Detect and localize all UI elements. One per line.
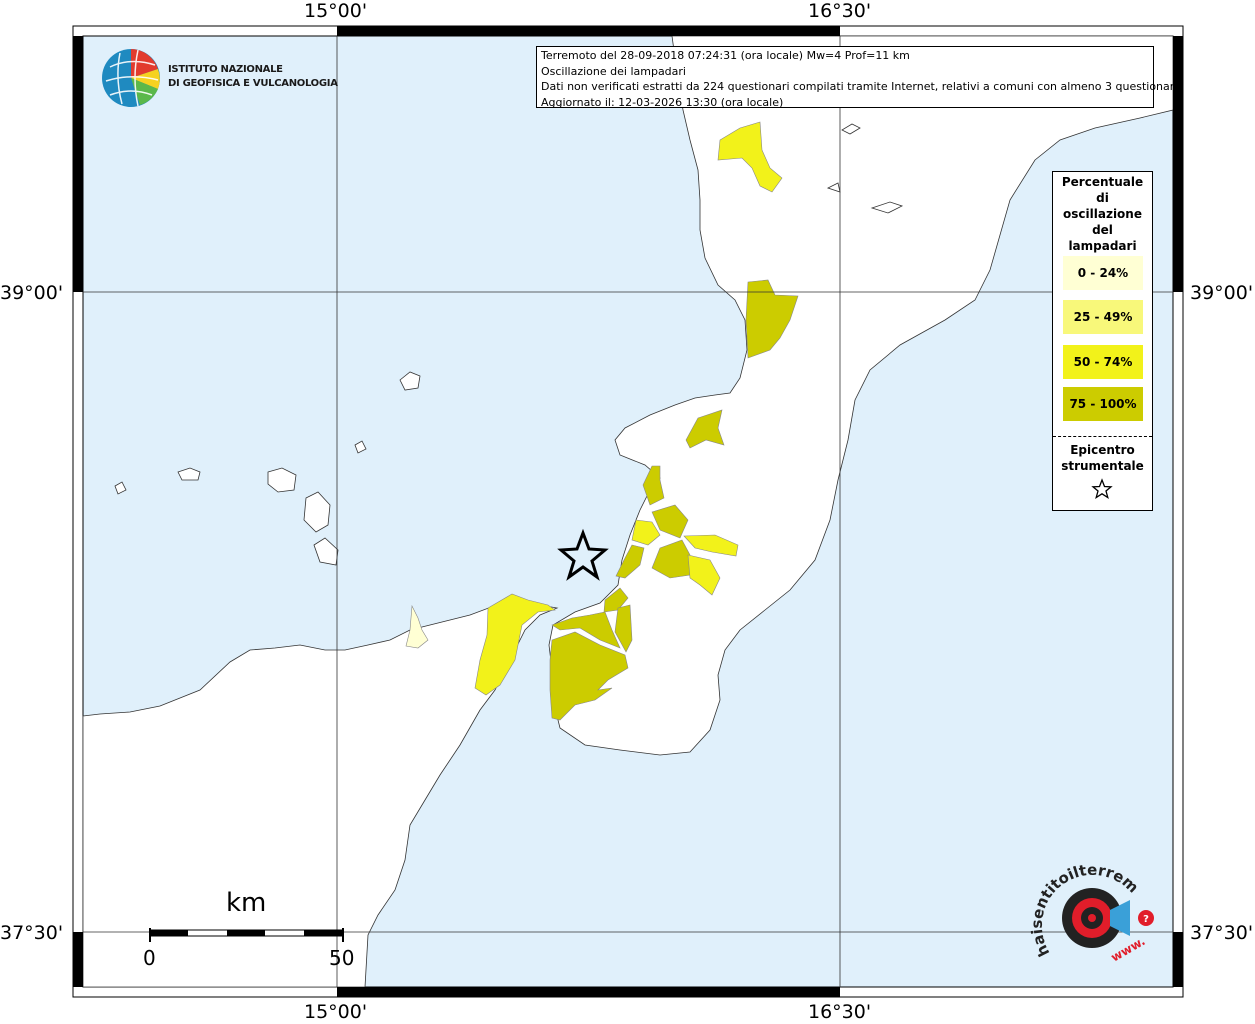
coord-bottom-left: 15°00'	[304, 1001, 368, 1023]
event-title: Terremoto del 28-09-2018 07:24:31 (ora l…	[541, 49, 910, 62]
legend-star-icon	[1091, 478, 1113, 499]
coord-right-upper: 39°00'	[1190, 282, 1254, 304]
coord-left-lower: 37°30'	[0, 922, 64, 944]
legend-epicenter-label: Epicentro strumentale	[1061, 443, 1144, 473]
ingv-logo-text: ISTITUTO NAZIONALE DI GEOFISICA E VULCAN…	[168, 64, 338, 89]
event-info-box: Terremoto del 28-09-2018 07:24:31 (ora l…	[536, 46, 1181, 109]
legend-item-0-24: 0 - 24%	[1063, 256, 1143, 290]
coord-top-right: 16°30'	[808, 0, 872, 22]
legend-item-50-74: 50 - 74%	[1063, 345, 1143, 379]
svg-text:www.: www.	[1109, 934, 1148, 965]
coord-bottom-right: 16°30'	[808, 1001, 872, 1023]
map-subject: Oscillazione dei lampadari	[541, 64, 686, 78]
legend-title: Percentuale di oscillazione del lampadar…	[1061, 175, 1144, 253]
scale-unit: km	[226, 888, 267, 918]
haisentito-badge-icon: ? haisentitoilterremoto.it www.	[1030, 858, 1154, 965]
legend: Percentuale di oscillazione del lampadar…	[1052, 171, 1153, 511]
svg-text:?: ?	[1143, 914, 1149, 925]
legend-item-25-49: 25 - 49%	[1063, 300, 1143, 334]
legend-separator	[1053, 436, 1152, 437]
scale-start: 0	[143, 946, 156, 970]
legend-item-75-100: 75 - 100%	[1063, 387, 1143, 421]
scale-end: 50	[329, 946, 355, 970]
coord-right-lower: 37°30'	[1190, 922, 1254, 944]
data-note: Dati non verificati estratti da 224 ques…	[541, 80, 1181, 93]
coord-left-upper: 39°00'	[0, 282, 64, 304]
updated-timestamp: Aggiornato il: 12-03-2026 13:30 (ora loc…	[541, 95, 784, 109]
coord-top-left: 15°00'	[304, 0, 368, 22]
